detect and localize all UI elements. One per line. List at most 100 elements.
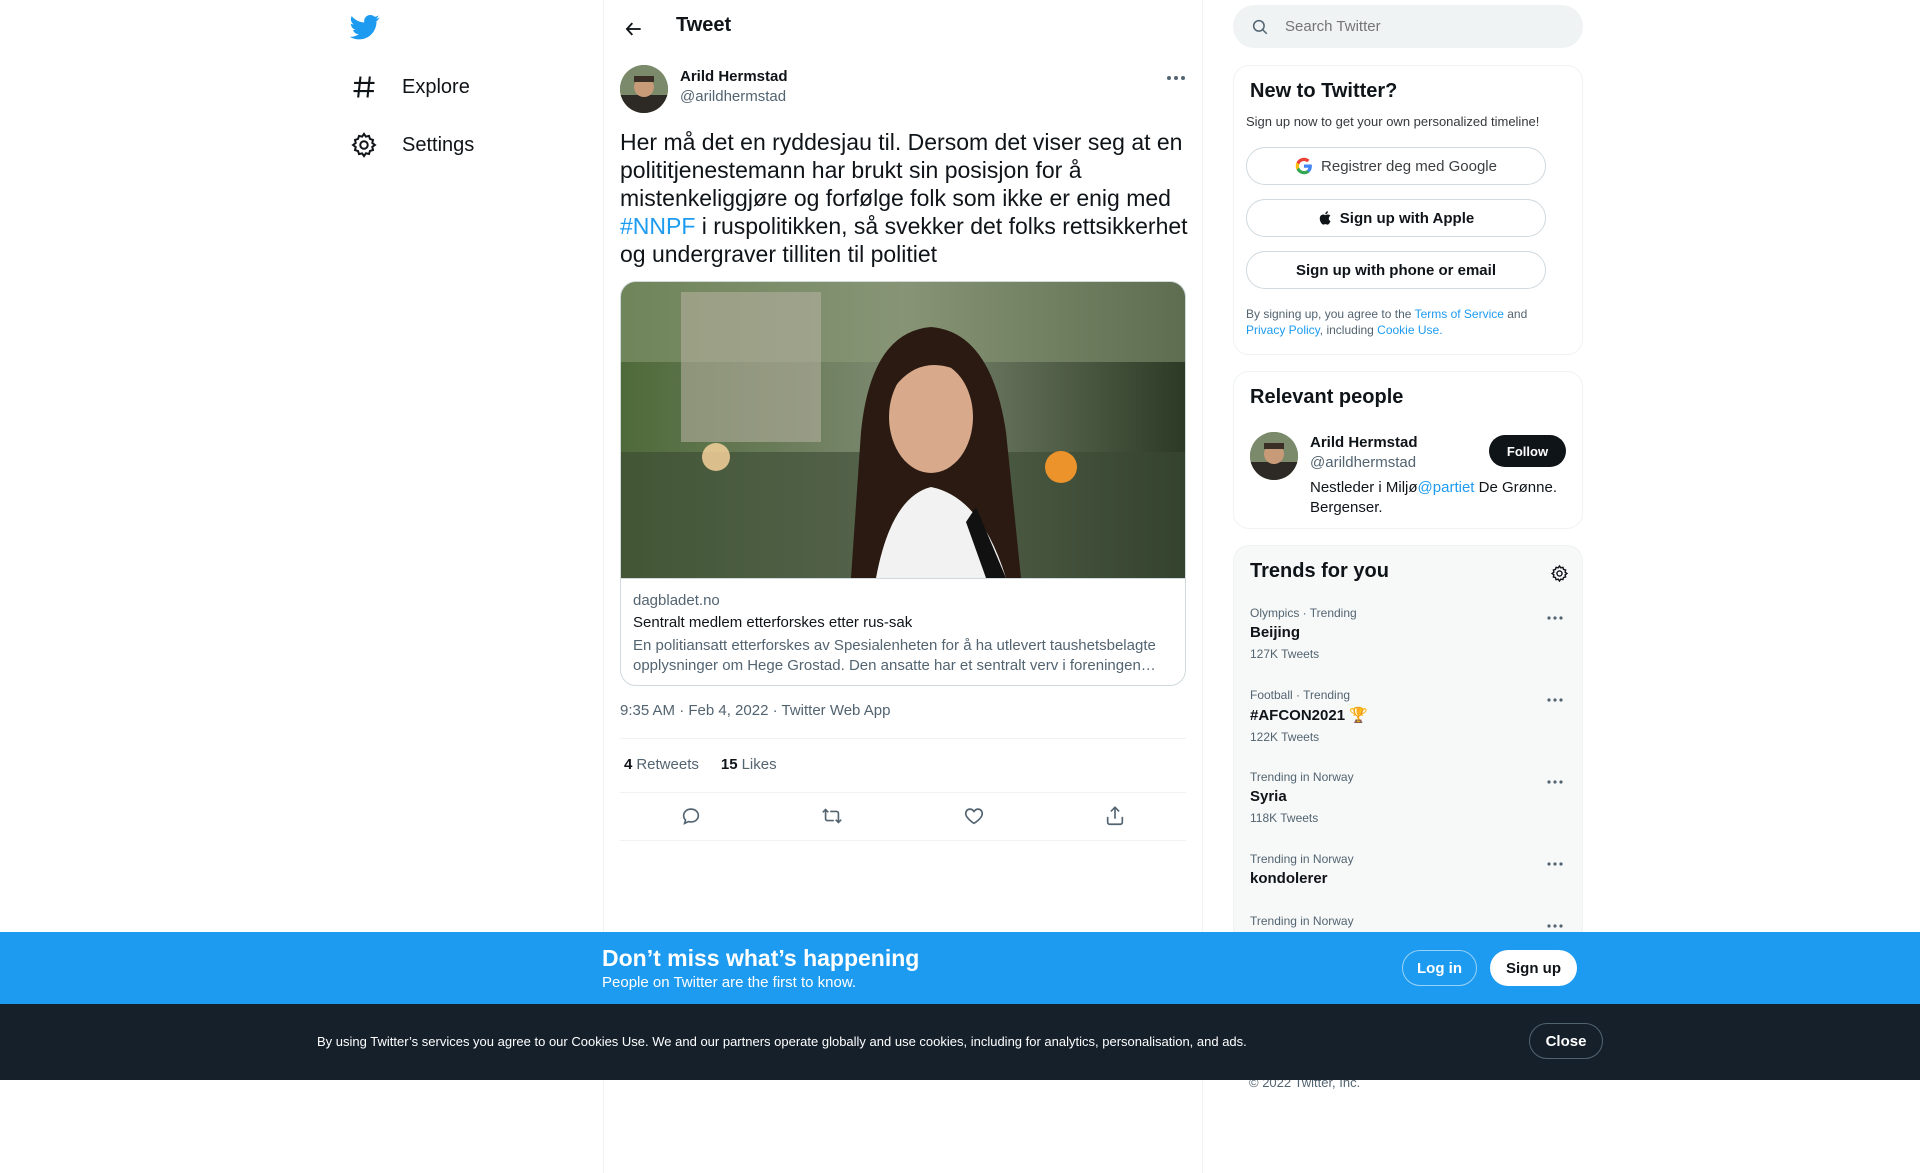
trends-panel: Trends for you Olympics · Trending Beiji… <box>1233 545 1583 945</box>
person-handle[interactable]: @arildhermstad <box>1310 454 1416 471</box>
apple-icon <box>1319 211 1331 225</box>
page-title: Tweet <box>676 14 732 36</box>
tweet-stats: 4 Retweets 15 Likes <box>624 756 777 773</box>
tweet-timestamp[interactable]: 9:35 AM · Feb 4, 2022 · Twitter Web App <box>620 702 890 719</box>
login-button[interactable]: Log in <box>1402 950 1477 986</box>
trend-more-button[interactable] <box>1542 854 1568 874</box>
search-icon <box>1252 19 1268 34</box>
retweets-count: 4 <box>624 756 633 773</box>
cookie-banner: By using Twitter’s services you agree to… <box>0 1004 1920 1080</box>
more-dots-icon <box>1547 698 1563 702</box>
divider <box>620 792 1186 793</box>
gear-icon <box>1550 564 1568 582</box>
like-button[interactable] <box>957 799 991 833</box>
trend-item[interactable]: Football · Trending #AFCON2021 🏆 122K Tw… <box>1250 688 1570 744</box>
apple-signup-label: Sign up with Apple <box>1339 209 1475 227</box>
author-handle[interactable]: @arildhermstad <box>680 88 786 105</box>
apple-signup-button[interactable]: Sign up with Apple <box>1246 199 1546 237</box>
card-domain: dagbladet.no <box>633 592 720 609</box>
person-avatar[interactable] <box>1250 432 1298 480</box>
signup-button[interactable]: Sign up <box>1490 950 1577 986</box>
cookie-text: By using Twitter’s services you agree to… <box>317 1034 1247 1049</box>
signup-panel: New to Twitter? Sign up now to get your … <box>1233 65 1583 355</box>
cookie-use-link[interactable]: Cookie Use. <box>1377 323 1442 337</box>
trend-item[interactable]: Trending in Norway <box>1250 914 1570 928</box>
cookie-close-button[interactable]: Close <box>1529 1023 1603 1059</box>
retweets-stat[interactable]: 4 Retweets <box>624 756 699 773</box>
reply-button[interactable] <box>674 799 708 833</box>
more-dots-icon <box>1547 924 1563 928</box>
promo-subline: People on Twitter are the first to know. <box>602 974 857 991</box>
nav-settings[interactable]: Settings <box>350 122 474 168</box>
person-name[interactable]: Arild Hermstad <box>1310 434 1418 451</box>
card-image <box>621 282 1185 579</box>
retweet-icon <box>822 808 843 824</box>
tweet-text-part: Her må det en ryddesjau til. Dersom det … <box>620 129 1183 211</box>
privacy-link[interactable]: Privacy Policy <box>1246 323 1320 337</box>
google-signup-button[interactable]: Registrer deg med Google <box>1246 147 1546 185</box>
back-button[interactable] <box>617 12 651 46</box>
share-button[interactable] <box>1098 799 1132 833</box>
hashtag-icon <box>353 76 375 98</box>
trend-name: #AFCON2021 🏆 <box>1250 707 1368 724</box>
relevant-people-title: Relevant people <box>1250 386 1404 408</box>
trend-name: Syria <box>1250 788 1287 805</box>
nav-settings-label: Settings <box>402 133 475 156</box>
phone-email-signup-label: Sign up with phone or email <box>1295 261 1496 279</box>
trend-category: Trending in Norway <box>1250 770 1354 784</box>
trend-more-button[interactable] <box>1542 690 1568 710</box>
twitter-logo[interactable] <box>349 12 382 44</box>
retweet-button[interactable] <box>815 799 849 833</box>
tweet-text: Her må det en ryddesjau til. Dersom det … <box>620 128 1190 268</box>
trends-title: Trends for you <box>1250 560 1389 582</box>
trend-more-button[interactable] <box>1542 772 1568 792</box>
hashtag-link[interactable]: #NNPF <box>620 213 695 239</box>
trend-item[interactable]: Olympics · Trending Beijing 127K Tweets <box>1250 606 1570 661</box>
tweet-actions <box>620 796 1186 836</box>
card-description: En politiansatt etterforskes av Spesiale… <box>633 637 1156 674</box>
trend-more-button[interactable] <box>1542 608 1568 628</box>
nav-explore[interactable]: Explore <box>350 64 470 110</box>
avatar-image <box>1250 432 1298 480</box>
author-name[interactable]: Arild Hermstad <box>680 68 788 85</box>
follow-button[interactable]: Follow <box>1489 435 1566 467</box>
bio-mention-link[interactable]: @partiet <box>1418 479 1475 496</box>
trend-count: 127K Tweets <box>1250 647 1320 661</box>
avatar-image <box>620 65 668 113</box>
trends-settings-button[interactable] <box>1546 560 1572 586</box>
phone-email-signup-button[interactable]: Sign up with phone or email <box>1246 251 1546 289</box>
likes-label: Likes <box>741 756 777 773</box>
search-input[interactable] <box>1283 17 1547 36</box>
signup-subtitle: Sign up now to get your own personalized… <box>1246 114 1540 129</box>
more-dots-icon <box>1547 780 1563 784</box>
trend-item[interactable]: Trending in Norway kondolerer <box>1250 852 1570 887</box>
card-title: Sentralt medlem etterforskes etter rus-s… <box>633 614 913 631</box>
trend-category: Olympics · Trending <box>1250 606 1357 620</box>
link-card[interactable]: dagbladet.no Sentralt medlem etterforske… <box>620 281 1186 686</box>
share-icon <box>1107 806 1124 826</box>
trend-category: Trending in Norway <box>1250 852 1354 866</box>
login-promo-bar: Don’t miss what’s happening People on Tw… <box>0 932 1920 1004</box>
search-box[interactable] <box>1233 5 1583 48</box>
trend-name: kondolerer <box>1250 870 1328 887</box>
likes-stat[interactable]: 15 Likes <box>721 756 777 773</box>
trend-count: 122K Tweets <box>1250 730 1320 744</box>
divider <box>620 738 1186 739</box>
terms-link[interactable]: Terms of Service <box>1415 307 1504 321</box>
retweets-label: Retweets <box>636 756 699 773</box>
author-avatar[interactable] <box>620 65 668 113</box>
like-icon <box>964 808 983 825</box>
more-button[interactable] <box>1160 64 1192 92</box>
promo-headline: Don’t miss what’s happening <box>602 945 920 971</box>
trend-count: 118K Tweets <box>1250 811 1319 825</box>
tweet-text-part: i ruspolitikken, så svekker det folks re… <box>620 213 1188 267</box>
signup-legal: By signing up, you agree to the Terms of… <box>1246 306 1566 338</box>
legal-text: By signing up, you agree to the <box>1246 307 1415 321</box>
legal-text: , including <box>1319 323 1378 337</box>
google-signup-label: Registrer deg med Google <box>1321 157 1497 175</box>
card-photo <box>621 282 1185 578</box>
person-bio: Nestleder i Miljø@partiet De Grønne. Ber… <box>1310 478 1572 518</box>
trend-item[interactable]: Trending in Norway Syria 118K Tweets <box>1250 770 1570 825</box>
legal-text: and <box>1503 307 1528 321</box>
more-dots-icon <box>1167 76 1185 80</box>
